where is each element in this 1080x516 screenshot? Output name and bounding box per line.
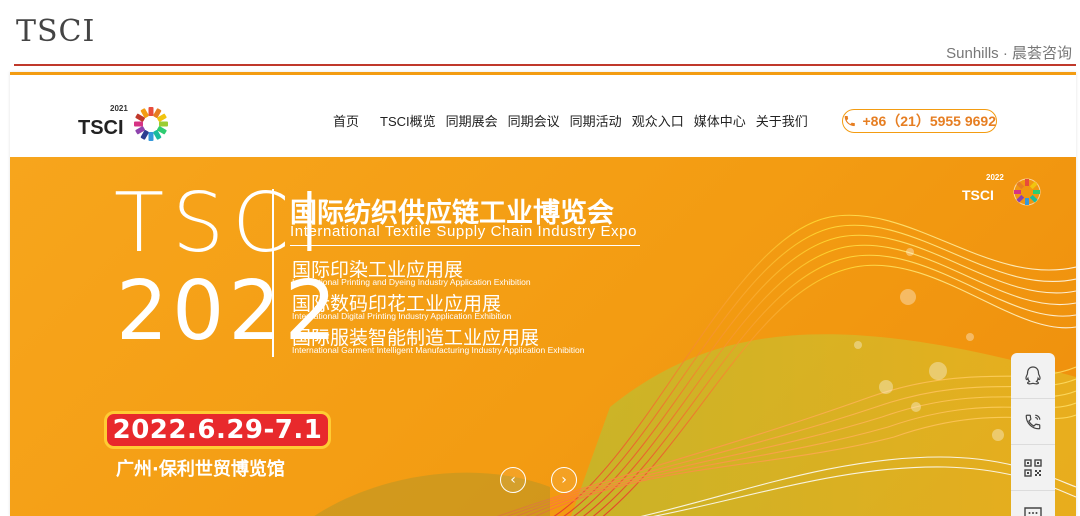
slide-title: TSCI — [16, 14, 96, 49]
event-venue: 广州·保利世贸博览馆 — [116, 459, 285, 480]
main-nav: 首页 TSCI概览 同期展会 同期会议 同期活动 观众入口 媒体中心 关于我们 — [328, 111, 813, 130]
header-divider — [14, 64, 1076, 66]
logo-text: TSCI — [78, 117, 124, 139]
qq-button[interactable] — [1011, 353, 1055, 399]
nav-item-overview[interactable]: TSCI概览 — [375, 111, 441, 130]
hero-divider — [272, 189, 274, 357]
hero-banner[interactable]: TSCI 2022 国际纺织供应链工业博览会 International Tex… — [10, 157, 1076, 516]
qq-icon — [1025, 365, 1041, 384]
hero-title-en: International Textile Supply Chain Indus… — [290, 223, 638, 240]
banner-logo: 2022 TSCI — [962, 173, 1044, 207]
logo-year: 2021 — [110, 104, 128, 113]
nav-item-visitors[interactable]: 观众入口 — [627, 111, 689, 130]
nav-item-about[interactable]: 关于我们 — [751, 111, 813, 130]
color-wheel-icon — [134, 107, 168, 141]
nav-item-media[interactable]: 媒体中心 — [689, 111, 751, 130]
banner-logo-text: TSCI — [962, 187, 994, 203]
chat-button[interactable] — [1011, 491, 1055, 516]
phone-icon — [844, 115, 855, 127]
site-navbar: 2021 TSCI 首页 TSCI概览 同期展会 同期会议 同期活动 观众入口 … — [10, 75, 1076, 157]
color-wheel-icon — [1013, 178, 1041, 206]
nav-item-conferences[interactable]: 同期会议 — [503, 111, 565, 130]
phone-number: +86（21）5955 9692 — [862, 113, 997, 129]
phone-call-button[interactable] — [1011, 399, 1055, 445]
chevron-right-icon: › — [561, 472, 567, 488]
sub-event-title-en: International Garment Intelligent Manufa… — [292, 345, 585, 355]
chat-icon — [1024, 506, 1042, 516]
chevron-left-icon: ‹ — [510, 472, 516, 488]
event-date-badge: 2022.6.29-7.1 — [104, 411, 331, 449]
sub-event-title-en: International Printing and Dyeing Indust… — [292, 277, 531, 287]
event-date: 2022.6.29-7.1 — [112, 415, 323, 445]
banner-logo-year: 2022 — [986, 173, 1004, 182]
nav-item-events[interactable]: 同期活动 — [565, 111, 627, 130]
nav-item-exhibitions[interactable]: 同期展会 — [441, 111, 503, 130]
nav-item-home[interactable]: 首页 — [328, 111, 375, 130]
website-screenshot: 2021 TSCI 首页 TSCI概览 同期展会 同期会议 同期活动 观众入口 … — [10, 72, 1076, 516]
qrcode-button[interactable] — [1011, 445, 1055, 491]
hero-title-rule — [290, 245, 640, 246]
sub-event-title-en: International Digital Printing Industry … — [292, 311, 512, 321]
phone-button[interactable]: +86（21）5955 9692 — [842, 109, 997, 133]
carousel-prev-button[interactable]: ‹ — [500, 467, 526, 493]
brand-signature: Sunhills · 晨荟咨询 — [946, 45, 1072, 62]
carousel-next-button[interactable]: › — [551, 467, 577, 493]
phone-icon — [1025, 414, 1041, 429]
floating-toolbar — [1011, 353, 1059, 516]
site-logo[interactable]: 2021 TSCI — [78, 103, 173, 145]
qrcode-icon — [1024, 458, 1042, 477]
